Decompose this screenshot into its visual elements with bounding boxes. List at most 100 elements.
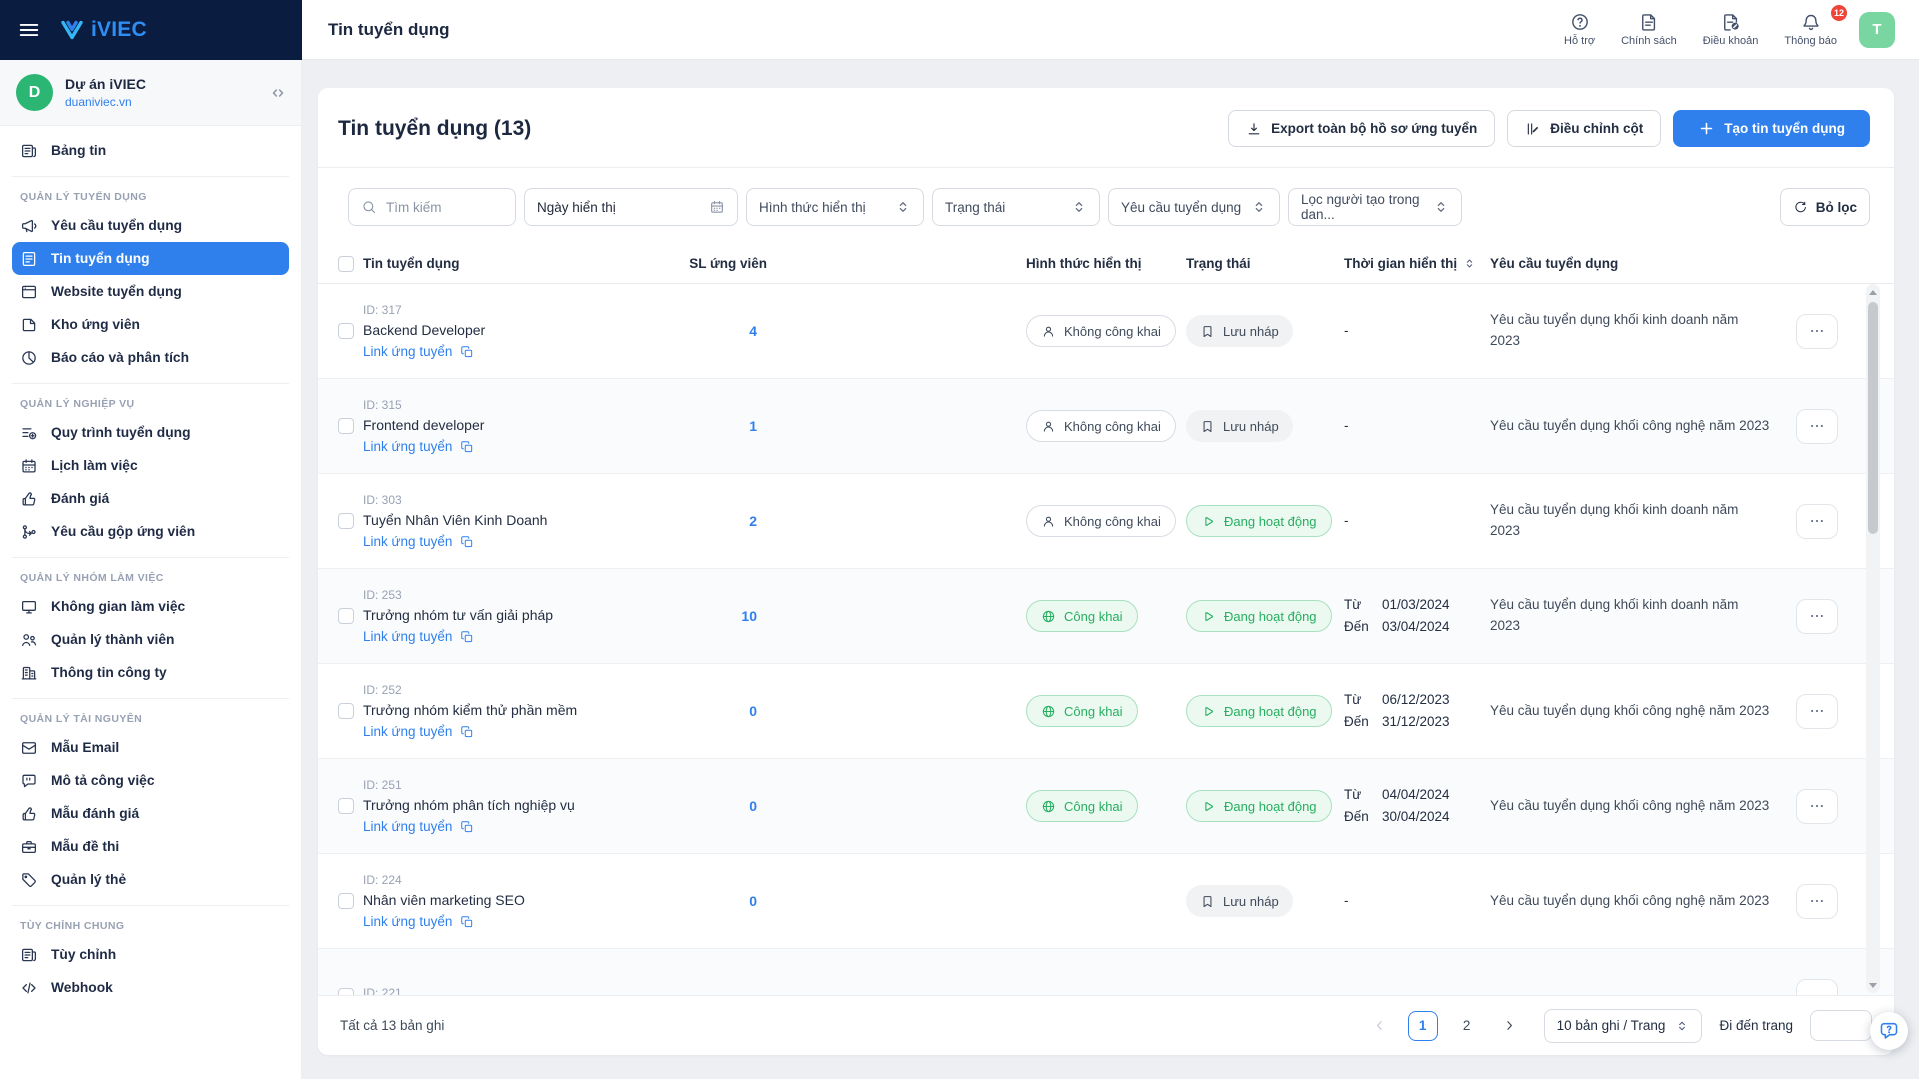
sidebar-item[interactable]: Yêu cầu gộp ứng viên <box>12 515 289 548</box>
display-date-filter[interactable]: Ngày hiển thị <box>524 188 738 226</box>
sidebar-item[interactable]: Webhook <box>12 971 289 1004</box>
pagination-prev-button[interactable] <box>1369 1015 1391 1037</box>
row-checkbox[interactable] <box>338 988 354 995</box>
row-checkbox[interactable] <box>338 418 354 434</box>
select-all-checkbox[interactable] <box>338 256 354 272</box>
sidebar-item[interactable]: Yêu cầu tuyển dụng <box>12 209 289 242</box>
sidebar-item[interactable]: Tin tuyển dụng <box>12 242 289 275</box>
help-floating-button[interactable] <box>1870 1012 1908 1050</box>
candidate-count[interactable]: 2 <box>681 513 771 529</box>
row-more-button[interactable] <box>1796 409 1838 444</box>
row-checkbox[interactable] <box>338 703 354 719</box>
apply-link[interactable]: Link ứng tuyển <box>363 439 671 454</box>
apply-link[interactable]: Link ứng tuyển <box>363 724 671 739</box>
project-domain-link[interactable]: duaniviec.vn <box>65 95 146 109</box>
row-title[interactable]: Nhân viên marketing SEO <box>363 892 671 908</box>
creator-filter[interactable]: Lọc người tạo trong dan... <box>1288 188 1462 226</box>
sidebar-item[interactable]: Mẫu Email <box>12 731 289 764</box>
sidebar-item[interactable]: Bảng tin <box>12 134 289 167</box>
candidate-count[interactable]: 4 <box>681 323 771 339</box>
page-size-select[interactable]: 10 bản ghi / Trang <box>1544 1009 1703 1043</box>
sidebar-collapse-icon[interactable] <box>269 84 287 102</box>
copy-icon[interactable] <box>460 535 474 549</box>
apply-link[interactable]: Link ứng tuyển <box>363 344 671 359</box>
sidebar-item[interactable]: Quản lý thành viên <box>12 623 289 656</box>
sidebar-item[interactable]: Tùy chỉnh <box>12 938 289 971</box>
candidate-count[interactable]: 0 <box>681 798 771 814</box>
sidebar-item[interactable]: Mô tả công việc <box>12 764 289 797</box>
pagination-page-button[interactable]: 1 <box>1408 1011 1438 1041</box>
recruitment-request: Yêu cầu tuyển dụng khối công nghệ năm 20… <box>1490 701 1782 722</box>
topbar-action[interactable]: Chính sách <box>1621 12 1677 47</box>
candidate-count[interactable]: 1 <box>681 418 771 434</box>
row-title[interactable]: Backend Developer <box>363 322 671 338</box>
row-title[interactable]: Frontend developer <box>363 417 671 433</box>
sidebar-item[interactable]: Thông tin công ty <box>12 656 289 689</box>
sidebar-item[interactable]: Không gian làm việc <box>12 590 289 623</box>
row-id: ID: 317 <box>363 303 671 317</box>
row-more-button[interactable] <box>1796 504 1838 539</box>
search-input[interactable]: Tìm kiếm <box>348 188 516 226</box>
row-more-button[interactable] <box>1796 884 1838 919</box>
display-type-filter[interactable]: Hình thức hiển thị <box>746 188 924 226</box>
brand-logo[interactable]: iVIEC <box>60 18 147 42</box>
row-title[interactable]: Trưởng nhóm phân tích nghiệp vụ <box>363 797 671 813</box>
row-more-button[interactable] <box>1796 979 1838 996</box>
copy-icon[interactable] <box>460 345 474 359</box>
row-title[interactable]: Tuyển Nhân Viên Kinh Doanh <box>363 512 671 528</box>
adjust-columns-button[interactable]: Điều chỉnh cột <box>1507 110 1661 147</box>
table-scrollbar[interactable] <box>1866 284 1880 993</box>
candidate-count[interactable]: 0 <box>681 703 771 719</box>
row-checkbox[interactable] <box>338 513 354 529</box>
apply-link[interactable]: Link ứng tuyển <box>363 914 671 929</box>
apply-link[interactable]: Link ứng tuyển <box>363 629 671 644</box>
row-title[interactable]: Trưởng nhóm tư vấn giải pháp <box>363 607 671 623</box>
sidebar-item[interactable]: Mẫu đề thi <box>12 830 289 863</box>
copy-icon[interactable] <box>460 725 474 739</box>
sidebar-item[interactable]: Website tuyển dụng <box>12 275 289 308</box>
topbar-action[interactable]: 12 Thông báo <box>1784 12 1837 47</box>
clear-filters-button[interactable]: Bỏ lọc <box>1780 188 1870 226</box>
row-more-button[interactable] <box>1796 599 1838 634</box>
candidate-count[interactable]: 10 <box>681 608 771 624</box>
sidebar-item[interactable]: Lịch làm việc <box>12 449 289 482</box>
user-avatar[interactable]: T <box>1859 12 1895 48</box>
create-post-button[interactable]: Tạo tin tuyển dụng <box>1673 110 1870 147</box>
copy-icon[interactable] <box>460 915 474 929</box>
copy-icon[interactable] <box>460 820 474 834</box>
pagination-page-button[interactable]: 2 <box>1452 1011 1482 1041</box>
row-checkbox[interactable] <box>338 798 354 814</box>
copy-icon[interactable] <box>460 630 474 644</box>
project-switcher[interactable]: D Dự án iVIEC duaniviec.vn <box>0 60 301 126</box>
status-filter[interactable]: Trạng thái <box>932 188 1100 226</box>
column-header-period[interactable]: Thời gian hiển thị <box>1344 256 1490 271</box>
sidebar-item[interactable]: Mẫu đánh giá <box>12 797 289 830</box>
sidebar-item[interactable]: Báo cáo và phân tích <box>12 341 289 374</box>
topbar-action-label: Điều khoản <box>1703 35 1759 47</box>
row-more-button[interactable] <box>1796 694 1838 729</box>
goto-page-input[interactable] <box>1810 1010 1872 1041</box>
row-more-button[interactable] <box>1796 789 1838 824</box>
hamburger-menu-icon[interactable] <box>18 19 40 41</box>
row-checkbox[interactable] <box>338 893 354 909</box>
sidebar-item[interactable]: Đánh giá <box>12 482 289 515</box>
apply-link[interactable]: Link ứng tuyển <box>363 819 671 834</box>
export-button[interactable]: Export toàn bộ hồ sơ ứng tuyển <box>1228 110 1495 147</box>
request-filter[interactable]: Yêu cầu tuyển dụng <box>1108 188 1280 226</box>
pagination-next-button[interactable] <box>1499 1015 1521 1037</box>
candidate-count[interactable]: 0 <box>681 893 771 909</box>
row-title[interactable]: Trưởng nhóm kiểm thử phần mềm <box>363 702 671 718</box>
sidebar-item[interactable]: Kho ứng viên <box>12 308 289 341</box>
scrollbar-down-arrow[interactable] <box>1866 978 1880 992</box>
sidebar-item[interactable]: Quản lý thẻ <box>12 863 289 896</box>
apply-link[interactable]: Link ứng tuyển <box>363 534 671 549</box>
sidebar-item[interactable]: Quy trình tuyển dụng <box>12 416 289 449</box>
topbar-action[interactable]: Điều khoản <box>1703 12 1759 47</box>
scrollbar-up-arrow[interactable] <box>1866 285 1880 299</box>
topbar-action[interactable]: Hỗ trợ <box>1564 12 1595 47</box>
scrollbar-thumb[interactable] <box>1868 302 1878 534</box>
copy-icon[interactable] <box>460 440 474 454</box>
row-more-button[interactable] <box>1796 314 1838 349</box>
row-checkbox[interactable] <box>338 323 354 339</box>
row-checkbox[interactable] <box>338 608 354 624</box>
